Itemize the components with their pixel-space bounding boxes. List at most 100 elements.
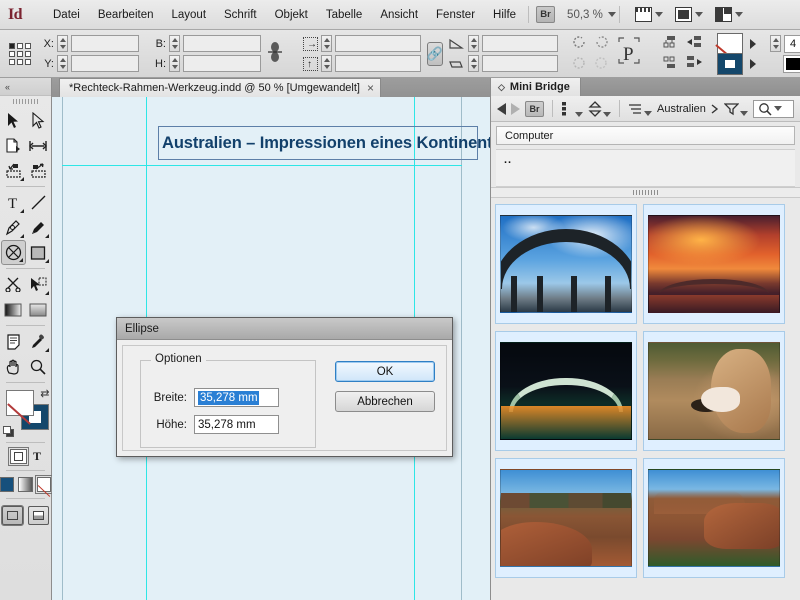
thumbnail-item[interactable] xyxy=(495,458,637,578)
menu-objekt[interactable]: Objekt xyxy=(266,6,317,24)
line-tool[interactable] xyxy=(26,190,51,215)
menu-datei[interactable]: Datei xyxy=(44,6,89,24)
width-stepper[interactable] xyxy=(169,35,180,52)
screen-mode-button[interactable] xyxy=(635,7,663,22)
note-tool[interactable] xyxy=(1,329,26,354)
flip-horizontal-icon[interactable] xyxy=(572,55,587,73)
format-text-button[interactable]: T xyxy=(33,449,41,464)
zoom-level-dropdown[interactable]: 50,3 % xyxy=(567,9,616,21)
scale-y-stepper[interactable] xyxy=(321,55,332,72)
fill-color-swatch[interactable] xyxy=(6,390,34,416)
hand-tool[interactable] xyxy=(1,354,26,379)
fill-dropdown-arrow[interactable] xyxy=(750,39,756,49)
scissors-tool[interactable] xyxy=(1,272,26,297)
x-input[interactable] xyxy=(71,35,139,52)
apply-gradient-button[interactable] xyxy=(18,477,32,492)
filter-icon[interactable] xyxy=(724,102,748,116)
tools-panel-header[interactable]: « xyxy=(0,78,51,96)
thumbnail-item[interactable] xyxy=(643,331,785,451)
constrain-proportions-icon[interactable] xyxy=(267,41,283,66)
pen-tool[interactable] xyxy=(1,215,26,240)
stroke-style-dropdown[interactable] xyxy=(783,55,800,73)
bridge-icon[interactable]: Br xyxy=(536,6,555,23)
fill-swatch[interactable] xyxy=(717,33,743,55)
close-icon[interactable]: × xyxy=(367,81,374,95)
stroke-dropdown-arrow[interactable] xyxy=(750,59,756,69)
free-transform-tool[interactable] xyxy=(26,272,51,297)
forward-arrow-icon[interactable] xyxy=(511,103,520,115)
width-input[interactable] xyxy=(183,35,261,52)
go-to-bridge-icon[interactable]: Br xyxy=(525,101,544,117)
rectangle-tool[interactable] xyxy=(26,240,51,265)
menu-hilfe[interactable]: Hilfe xyxy=(484,6,525,24)
format-container-button[interactable] xyxy=(10,449,27,464)
ok-button[interactable]: OK xyxy=(335,361,435,382)
document-tab[interactable]: *Rechteck-Rahmen-Werkzeug.indd @ 50 % [U… xyxy=(59,78,381,97)
distribute-horizontal-icon[interactable] xyxy=(686,35,703,52)
cancel-button[interactable]: Abbrechen xyxy=(335,391,435,412)
thumbnail-item[interactable] xyxy=(643,458,785,578)
content-collector-tool[interactable] xyxy=(1,158,26,183)
collapse-panel-icon[interactable]: « xyxy=(5,82,9,92)
stroke-swatch[interactable] xyxy=(717,53,743,75)
menu-ansicht[interactable]: Ansicht xyxy=(371,6,427,24)
content-placer-tool[interactable] xyxy=(26,158,51,183)
rotation-stepper[interactable] xyxy=(468,35,479,52)
shear-stepper[interactable] xyxy=(468,55,479,72)
gap-tool[interactable] xyxy=(26,133,51,158)
shear-input[interactable] xyxy=(482,55,558,72)
stroke-weight-input[interactable]: 4 Pt xyxy=(784,35,800,53)
view-options-button[interactable] xyxy=(675,7,703,22)
thumbnail-item[interactable] xyxy=(495,204,637,324)
breadcrumb[interactable]: Australien xyxy=(657,103,719,115)
align-top-icon[interactable] xyxy=(663,35,678,52)
normal-view-mode-button[interactable] xyxy=(2,506,23,525)
y-input[interactable] xyxy=(71,55,139,72)
preview-mode-button[interactable] xyxy=(28,506,49,525)
thumbnail-item[interactable] xyxy=(495,331,637,451)
page-tool[interactable] xyxy=(1,133,26,158)
thumbnail-item[interactable] xyxy=(643,204,785,324)
search-input[interactable] xyxy=(753,100,794,118)
sort-icon[interactable] xyxy=(588,101,611,117)
menu-tabelle[interactable]: Tabelle xyxy=(317,6,371,24)
ellipse-frame-tool[interactable] xyxy=(1,240,26,265)
parent-folder-item[interactable]: .. xyxy=(504,154,512,166)
panel-menu-icon[interactable]: ◇ xyxy=(498,82,505,93)
path-bar[interactable]: Computer xyxy=(496,126,795,145)
align-bottom-icon[interactable] xyxy=(663,55,678,72)
scale-x-input[interactable] xyxy=(335,35,421,52)
height-input[interactable]: 35,278 mm xyxy=(194,415,279,434)
menu-fenster[interactable]: Fenster xyxy=(427,6,484,24)
menu-bearbeiten[interactable]: Bearbeiten xyxy=(89,6,163,24)
path-list-icon[interactable] xyxy=(628,102,652,116)
rotation-input[interactable] xyxy=(482,35,558,52)
margin-guide-top[interactable] xyxy=(62,165,462,166)
x-stepper[interactable] xyxy=(57,35,68,52)
distribute-vertical-icon[interactable] xyxy=(686,55,703,72)
view-options-icon[interactable] xyxy=(561,101,583,117)
eyedropper-tool[interactable] xyxy=(26,329,51,354)
menu-schrift[interactable]: Schrift xyxy=(215,6,266,24)
tools-panel-grip[interactable] xyxy=(13,97,39,106)
headline-text-frame[interactable]: Australien – Impressionen eines Kontinen… xyxy=(158,126,478,160)
height-input[interactable] xyxy=(183,55,261,72)
constrain-scale-button[interactable]: 🔗 xyxy=(427,42,443,66)
arrange-documents-button[interactable] xyxy=(715,7,743,22)
flip-vertical-icon[interactable] xyxy=(594,55,609,73)
panel-splitter[interactable] xyxy=(491,187,800,198)
selection-tool[interactable] xyxy=(1,108,26,133)
text-frame-options-icon[interactable]: P xyxy=(616,35,642,72)
rotate-ccw-icon[interactable] xyxy=(572,35,587,53)
direct-selection-tool[interactable] xyxy=(26,108,51,133)
apply-none-button[interactable] xyxy=(37,477,51,492)
width-input[interactable]: 35,278 mm xyxy=(194,388,279,407)
stroke-weight-stepper[interactable] xyxy=(770,35,781,52)
apply-color-button[interactable] xyxy=(0,477,14,492)
scale-y-input[interactable] xyxy=(335,55,421,72)
reference-point-selector[interactable] xyxy=(9,43,31,65)
back-arrow-icon[interactable] xyxy=(497,103,506,115)
y-stepper[interactable] xyxy=(57,55,68,72)
gradient-feather-tool[interactable] xyxy=(26,297,51,322)
gradient-swatch-tool[interactable] xyxy=(1,297,26,322)
